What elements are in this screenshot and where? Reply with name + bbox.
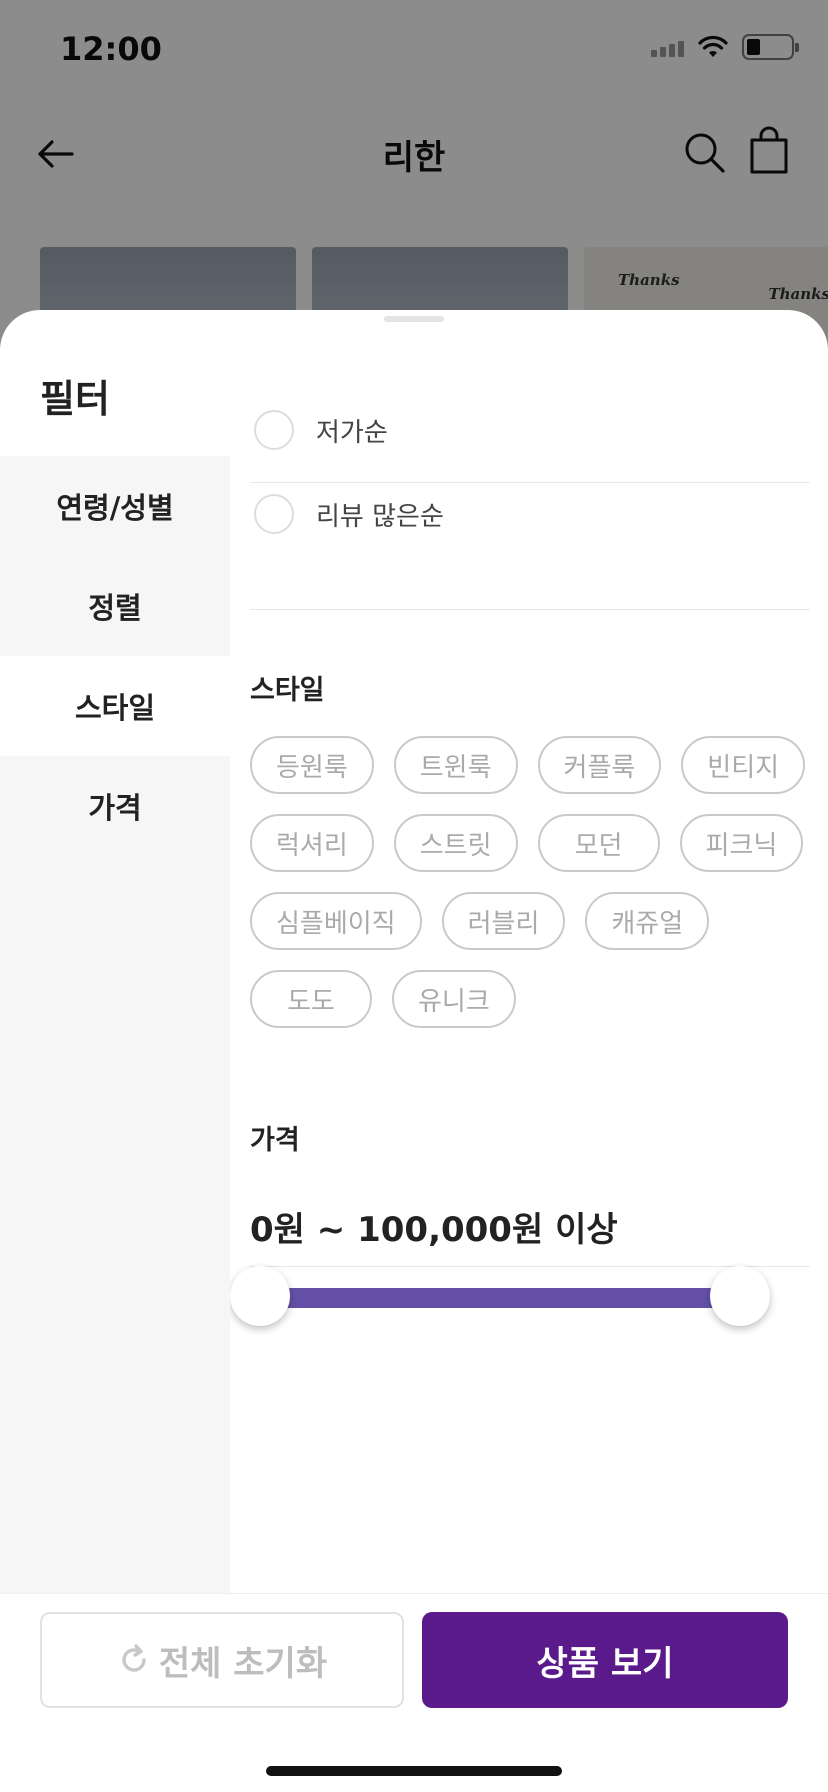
style-chip[interactable]: 캐쥬얼 bbox=[585, 892, 710, 950]
style-chip[interactable]: 럭셔리 bbox=[250, 814, 374, 872]
sheet-handle[interactable] bbox=[384, 316, 444, 322]
reset-all-button[interactable]: 전체 초기화 bbox=[40, 1612, 404, 1708]
style-chip[interactable]: 트윈룩 bbox=[393, 736, 518, 794]
style-section-title: 스타일 bbox=[250, 675, 325, 706]
radio-button[interactable] bbox=[254, 494, 294, 534]
home-indicator bbox=[266, 1766, 562, 1776]
reset-all-label: 전체 초기화 bbox=[158, 1643, 328, 1684]
sort-option-label: 저가순 bbox=[316, 417, 388, 448]
radio-button[interactable] bbox=[254, 410, 294, 450]
style-chip[interactable]: 러블리 bbox=[441, 892, 566, 950]
divider bbox=[250, 609, 810, 610]
price-section-title: 가격 bbox=[250, 1125, 300, 1156]
sheet-title: 필터 bbox=[40, 377, 110, 421]
style-chip[interactable]: 피크닉 bbox=[679, 814, 804, 872]
filter-sheet: 필터 연령/성별 정렬 스타일 가격 저가순 리뷰 많은순 스타일 등원룩 트윈… bbox=[0, 310, 828, 1792]
side-item-price[interactable]: 가격 bbox=[0, 756, 230, 856]
sort-option-reviews[interactable]: 리뷰 많은순 bbox=[250, 472, 810, 556]
style-chip[interactable]: 스트릿 bbox=[393, 814, 518, 872]
style-chip[interactable]: 빈티지 bbox=[681, 736, 806, 794]
sort-option-low-price[interactable]: 저가순 bbox=[250, 406, 810, 472]
style-chip[interactable]: 등원룩 bbox=[250, 736, 374, 794]
filter-content: 저가순 리뷰 많은순 스타일 등원룩 트윈룩 커플룩 빈티지 럭셔리 스트릿 모… bbox=[230, 406, 828, 1594]
side-item-sort[interactable]: 정렬 bbox=[0, 556, 230, 656]
price-slider-min-handle[interactable] bbox=[230, 1266, 290, 1326]
filter-side-menu: 연령/성별 정렬 스타일 가격 bbox=[0, 456, 230, 1594]
side-item-style[interactable]: 스타일 bbox=[0, 656, 230, 756]
price-range-text: 0원 ~ 100,000원 이상 bbox=[250, 1210, 618, 1250]
style-chips: 등원룩 트윈룩 커플룩 빈티지 럭셔리 스트릿 모던 피크닉 심플베이직 러블리… bbox=[250, 736, 820, 1028]
style-chip[interactable]: 유니크 bbox=[392, 970, 516, 1028]
side-item-age-gender[interactable]: 연령/성별 bbox=[0, 456, 230, 556]
style-chip[interactable]: 심플베이직 bbox=[250, 892, 422, 950]
price-slider-track[interactable] bbox=[260, 1288, 740, 1308]
sort-option-label: 리뷰 많은순 bbox=[316, 501, 444, 532]
view-products-button[interactable]: 상품 보기 bbox=[422, 1612, 788, 1708]
refresh-icon bbox=[122, 1644, 146, 1672]
style-chip[interactable]: 도도 bbox=[250, 970, 372, 1028]
divider bbox=[250, 1266, 810, 1267]
price-slider-max-handle[interactable] bbox=[710, 1266, 770, 1326]
filter-actions: 전체 초기화 상품 보기 bbox=[0, 1593, 828, 1792]
style-chip[interactable]: 모던 bbox=[537, 814, 660, 872]
style-chip[interactable]: 커플룩 bbox=[537, 736, 662, 794]
